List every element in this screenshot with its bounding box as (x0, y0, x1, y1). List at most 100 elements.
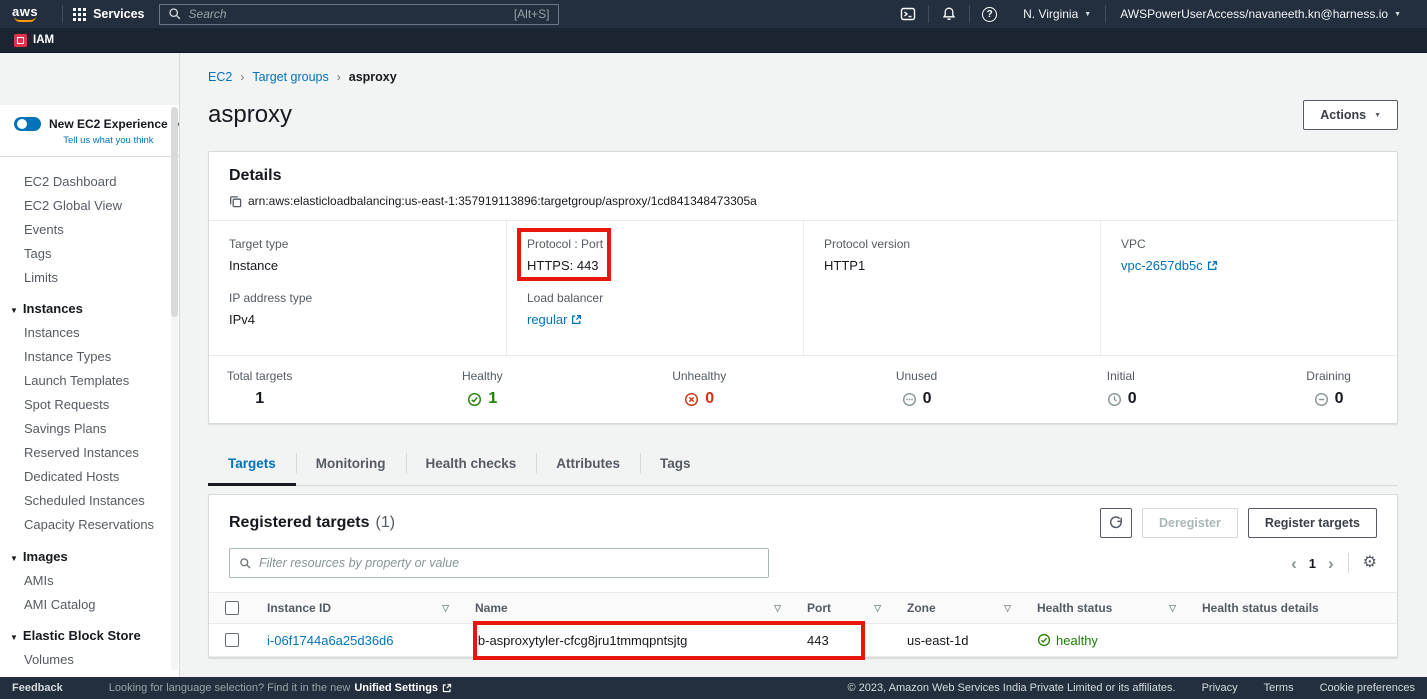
external-link-icon (571, 314, 582, 325)
sidebar-item-dedicated-hosts[interactable]: Dedicated Hosts (0, 465, 179, 489)
instance-id-link[interactable]: i-06f1744a6a25d36d6 (255, 633, 463, 648)
registered-targets-title: Registered targets (229, 514, 370, 532)
feedback-link[interactable]: Feedback (12, 682, 63, 694)
sidebar-item-instances[interactable]: Instances (0, 321, 179, 345)
sidebar-scrollbar-thumb[interactable] (171, 107, 178, 317)
account-label: AWSPowerUserAccess/navaneeth.kn@harness.… (1120, 7, 1388, 21)
sidebar-item-limits[interactable]: Limits (0, 265, 179, 289)
sort-icon[interactable]: ▽ (1169, 603, 1176, 614)
chevron-down-icon: ▼ (1374, 112, 1381, 119)
sidebar-section-ebs[interactable]: ▼Elastic Block Store (0, 616, 179, 648)
stat-unused: Unused 0 (896, 369, 937, 408)
top-navigation-bar: aws Services [Alt+S] ? N. Virginia ▼ AWS… (0, 0, 1427, 28)
page-number[interactable]: 1 (1307, 556, 1318, 571)
privacy-link[interactable]: Privacy (1202, 682, 1238, 694)
notifications-button[interactable] (929, 6, 969, 22)
protocol-port-annotation (517, 228, 611, 281)
breadcrumb-target-groups[interactable]: Target groups (252, 70, 328, 84)
col-health-status-details: Health status details (1202, 601, 1319, 615)
sidebar-item-savings-plans[interactable]: Savings Plans (0, 417, 179, 441)
favorite-iam[interactable]: IAM (14, 34, 54, 47)
target-health-status: healthy (1025, 633, 1190, 648)
select-all-checkbox[interactable] (225, 601, 239, 615)
help-button[interactable]: ? (970, 7, 1009, 22)
breadcrumb-separator-icon: › (337, 70, 341, 84)
col-instance-id: Instance ID (267, 601, 331, 615)
page-prev-icon[interactable]: ‹ (1291, 555, 1297, 572)
aws-logo[interactable]: aws (12, 6, 38, 22)
details-title: Details (229, 167, 1377, 185)
sidebar-item-volumes[interactable]: Volumes (0, 648, 179, 672)
sidebar-item-tags[interactable]: Tags (0, 241, 179, 265)
sidebar-nav: EC2 Dashboard EC2 Global View Events Tag… (0, 157, 179, 677)
sidebar-item-launch-templates[interactable]: Launch Templates (0, 369, 179, 393)
page-next-icon[interactable]: › (1328, 555, 1334, 572)
initial-clock-icon (1107, 392, 1122, 407)
sidebar-item-spot-requests[interactable]: Spot Requests (0, 393, 179, 417)
protocol-port-value: HTTPS: 443 (527, 258, 783, 273)
gear-icon[interactable]: ⚙ (1363, 555, 1377, 571)
sidebar-item-events[interactable]: Events (0, 217, 179, 241)
pagination: ‹ 1 › ⚙ (1291, 553, 1377, 573)
target-port: 443 (795, 633, 895, 648)
sidebar-item-amis[interactable]: AMIs (0, 568, 179, 592)
copy-icon[interactable] (229, 195, 242, 208)
vpc-label: VPC (1121, 237, 1377, 251)
sidebar-section-images[interactable]: ▼Images (0, 537, 179, 569)
cloudshell-button[interactable] (888, 6, 928, 22)
search-shortcut: [Alt+S] (514, 7, 550, 21)
sort-icon[interactable]: ▽ (1004, 603, 1011, 614)
sidebar-item-scheduled-instances[interactable]: Scheduled Instances (0, 489, 179, 513)
tab-health-checks[interactable]: Health checks (406, 442, 537, 485)
sidebar-item-ec2-global-view[interactable]: EC2 Global View (0, 193, 179, 217)
vpc-link[interactable]: vpc-2657db5c (1121, 258, 1218, 273)
tab-monitoring[interactable]: Monitoring (296, 442, 406, 485)
new-experience-toggle[interactable] (14, 117, 41, 131)
tab-tags[interactable]: Tags (640, 442, 711, 485)
sidebar-item-snapshots[interactable]: Snapshots (0, 672, 179, 678)
deregister-button[interactable]: Deregister (1142, 508, 1238, 538)
target-name: lb-asproxytyler-cfcg8jru1tmmqpntsjtg (463, 633, 795, 648)
tell-us-link[interactable]: Tell us what you think (49, 135, 168, 146)
search-input[interactable] (189, 7, 514, 21)
registered-targets-count: (1) (376, 514, 396, 532)
tab-attributes[interactable]: Attributes (536, 442, 640, 485)
protocol-version-label: Protocol version (824, 237, 1080, 251)
grid-icon (73, 8, 86, 21)
new-experience-title: New EC2 Experience (49, 117, 168, 131)
filter-input[interactable] (259, 556, 759, 570)
tab-targets[interactable]: Targets (208, 442, 296, 485)
services-menu[interactable]: Services (73, 7, 144, 21)
load-balancer-link[interactable]: regular (527, 312, 582, 327)
sidebar-item-capacity-reservations[interactable]: Capacity Reservations (0, 513, 179, 537)
sidebar-item-ec2-dashboard[interactable]: EC2 Dashboard (0, 169, 179, 193)
refresh-button[interactable] (1100, 508, 1132, 538)
breadcrumb-ec2[interactable]: EC2 (208, 70, 232, 84)
sidebar-section-instances[interactable]: ▼Instances (0, 289, 179, 321)
region-selector[interactable]: N. Virginia ▼ (1009, 7, 1105, 21)
sidebar-item-ami-catalog[interactable]: AMI Catalog (0, 592, 179, 616)
healthy-check-icon (467, 392, 482, 407)
language-selection-text: Looking for language selection? Find it … (109, 682, 351, 694)
sort-icon[interactable]: ▽ (442, 603, 449, 614)
register-targets-button[interactable]: Register targets (1248, 508, 1377, 538)
sidebar-item-instance-types[interactable]: Instance Types (0, 345, 179, 369)
cookie-preferences-link[interactable]: Cookie preferences (1320, 682, 1415, 694)
terms-link[interactable]: Terms (1264, 682, 1294, 694)
services-label: Services (93, 7, 144, 21)
cloudshell-icon (900, 6, 916, 22)
global-search[interactable]: [Alt+S] (159, 4, 559, 25)
favorites-bar: IAM (0, 28, 1427, 53)
row-checkbox[interactable] (225, 633, 239, 647)
target-health-summary: Total targets 1 Healthy 1 Unhealthy 0 (209, 355, 1397, 423)
registered-targets-card: Registered targets (1) Deregister Regist… (208, 494, 1398, 658)
table-header: Instance ID▽ Name▽ Port▽ Zone▽ Health st… (209, 592, 1397, 624)
iam-icon (14, 34, 27, 47)
actions-button[interactable]: Actions ▼ (1303, 100, 1398, 130)
sort-icon[interactable]: ▽ (774, 603, 781, 614)
sidebar-item-reserved-instances[interactable]: Reserved Instances (0, 441, 179, 465)
unified-settings-link[interactable]: Unified Settings (354, 682, 438, 694)
chevron-down-icon: ▼ (10, 554, 18, 563)
account-menu[interactable]: AWSPowerUserAccess/navaneeth.kn@harness.… (1106, 7, 1415, 21)
sort-icon[interactable]: ▽ (874, 603, 881, 614)
